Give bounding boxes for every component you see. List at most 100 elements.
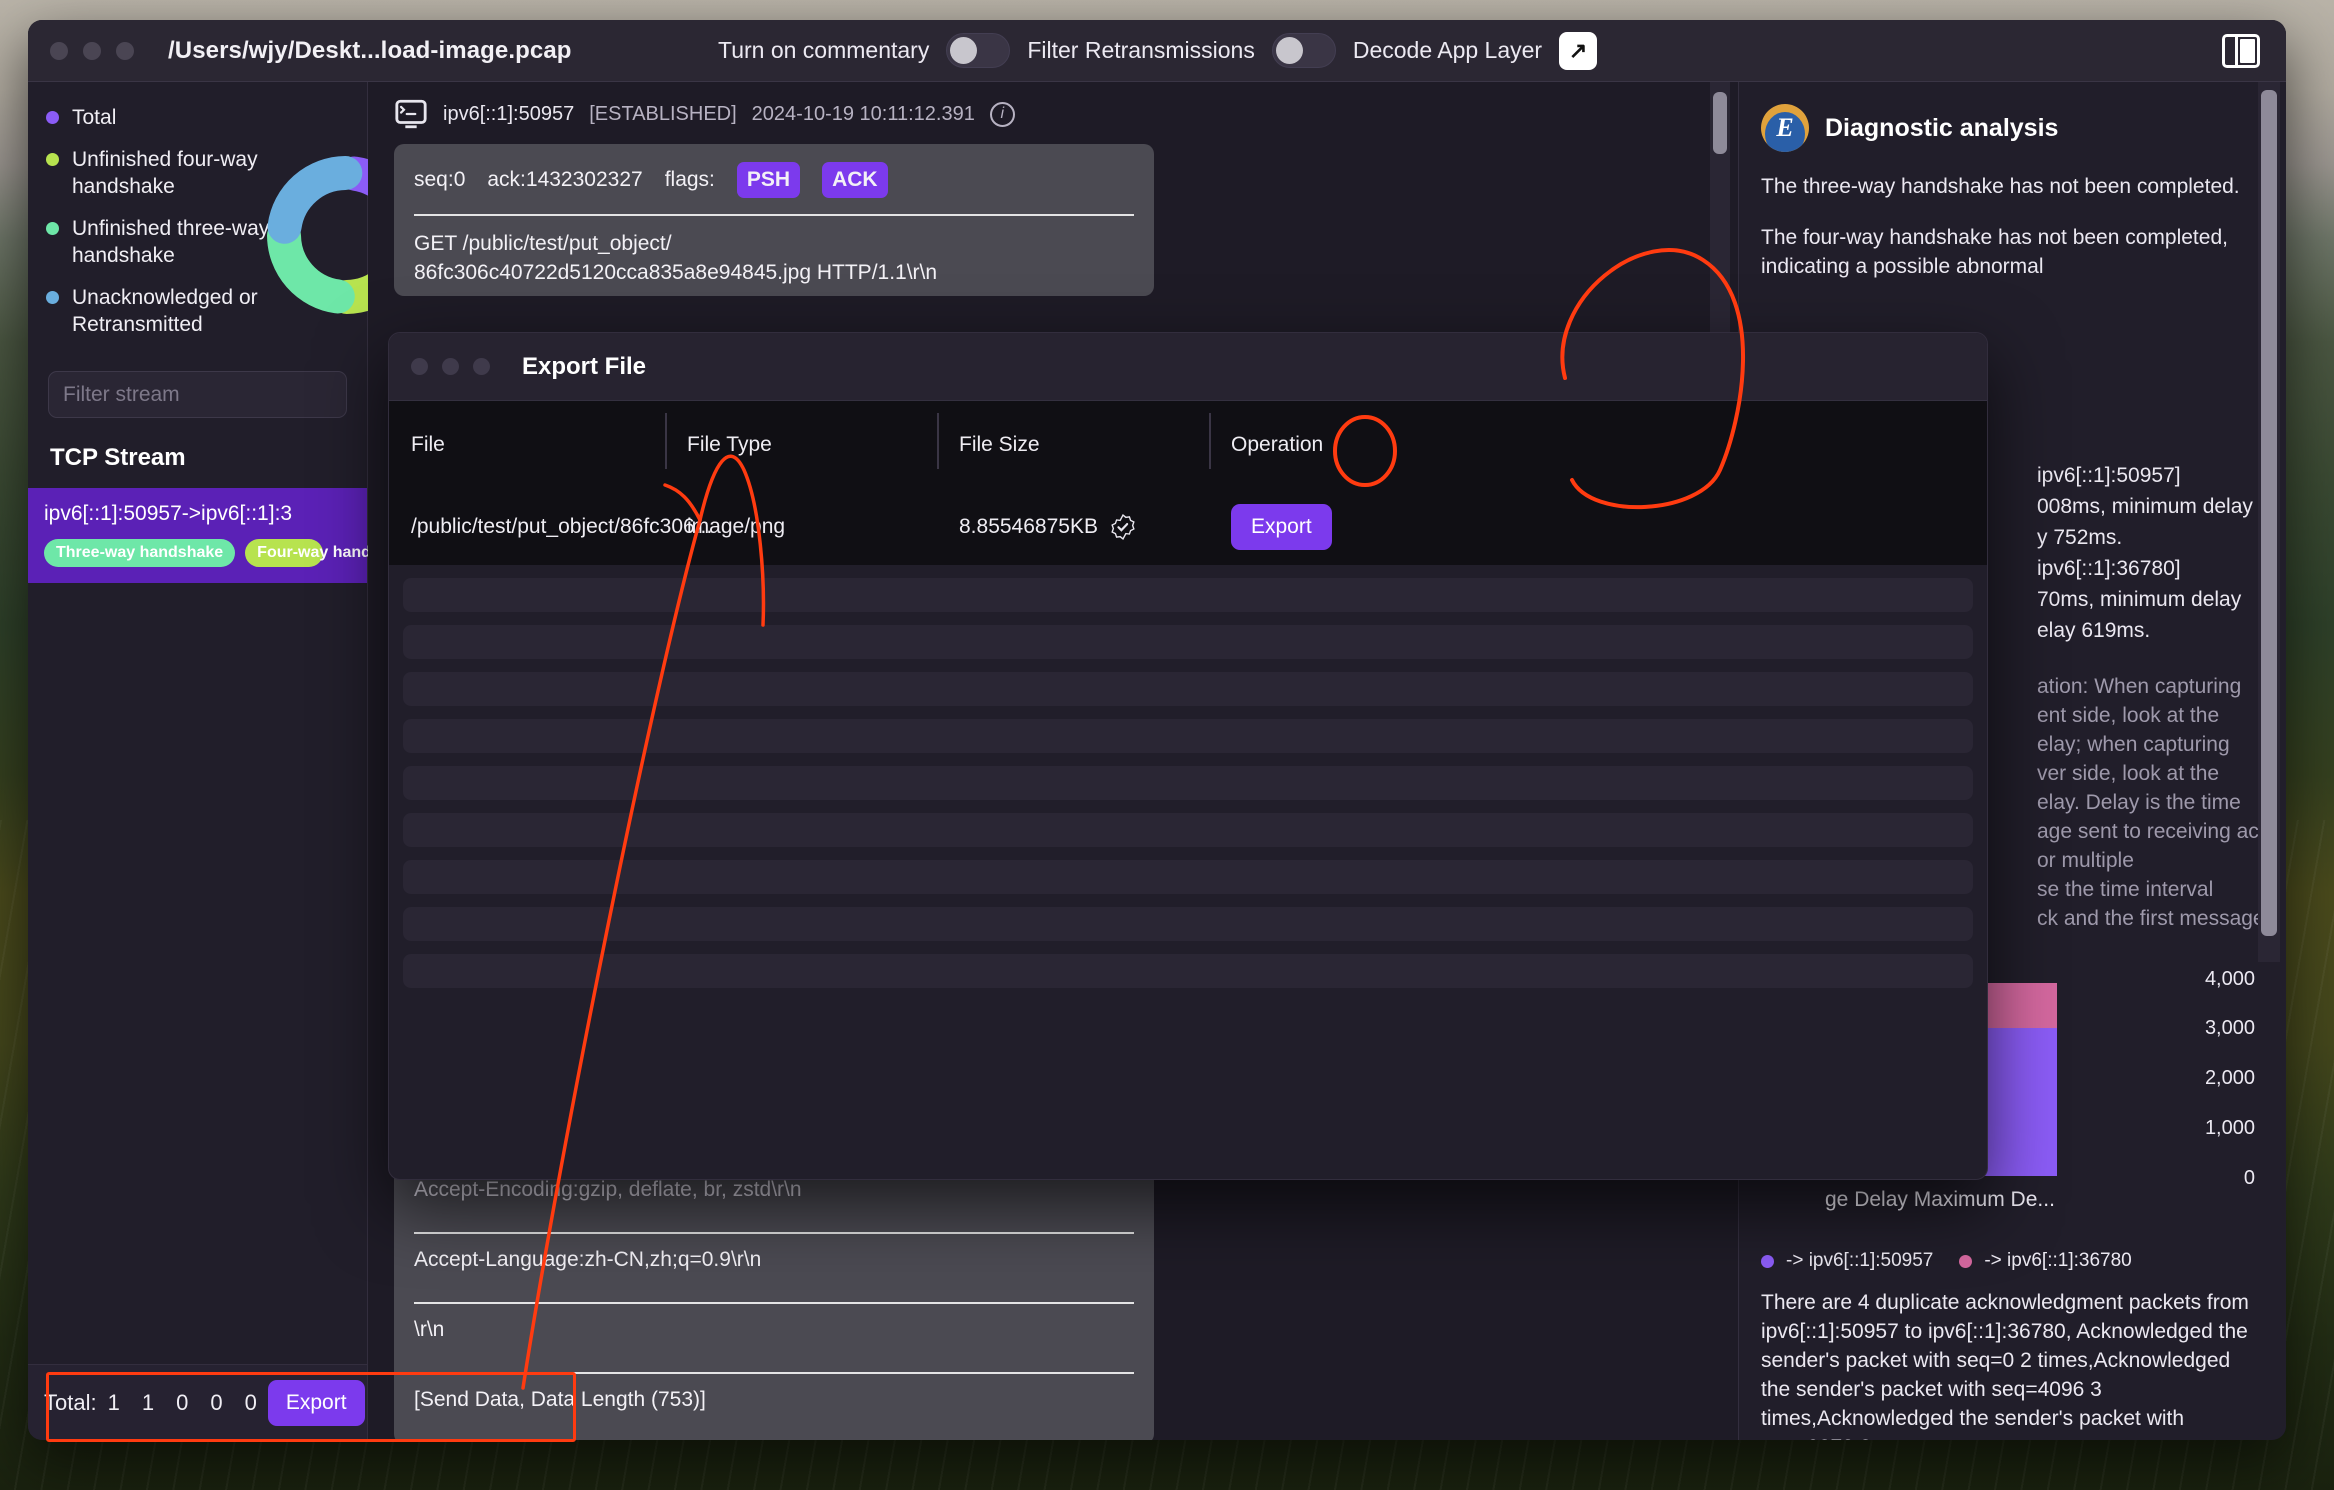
toggle-knob: [950, 37, 978, 64]
center-scrollbar-thumb[interactable]: [1713, 92, 1727, 154]
empty-row: [403, 954, 1973, 988]
diagnostic-title: Diagnostic analysis: [1825, 113, 2059, 142]
right-scrollbar-thumb[interactable]: [2261, 90, 2277, 936]
legend-label: Unfinished four-way handshake: [72, 148, 258, 198]
note-line: elay; when capturing: [2037, 733, 2230, 756]
y-tick: 3,000: [2204, 1017, 2255, 1039]
packet-state: [ESTABLISHED]: [589, 102, 737, 125]
minimize-icon[interactable]: [442, 358, 459, 375]
titlebar: /Users/wjy/Deskt...load-image.pcap Turn …: [28, 20, 2286, 82]
packet-card: seq:0 ack:1432302327 flags: PSH ACK GET …: [394, 144, 1154, 296]
column-header-file[interactable]: File: [389, 433, 665, 457]
note-line: ver side, look at the: [2037, 762, 2220, 785]
note-line: or multiple: [2037, 849, 2134, 872]
packet-header: ipv6[::1]:50957 [ESTABLISHED] 2024-10-19…: [394, 98, 1712, 130]
note-line: ation: When capturing: [2037, 675, 2242, 698]
legend-label: Total: [72, 106, 117, 129]
y-tick: 4,000: [2204, 968, 2255, 990]
status-bar: Total: 1 1 0 0 0 Export: [28, 1364, 367, 1440]
chart-legend-label: -> ipv6[::1]:50957: [1786, 1250, 1934, 1271]
status-export-button[interactable]: Export: [267, 1379, 365, 1426]
dialog-traffic-lights[interactable]: [411, 358, 490, 375]
chart-legend: -> ipv6[::1]:50957 -> ipv6[::1]:36780: [1761, 1250, 2132, 1272]
note-line: ent side, look at the: [2037, 704, 2220, 727]
close-icon[interactable]: [50, 41, 68, 60]
close-icon[interactable]: [411, 358, 428, 375]
packet-seq: seq:0: [414, 168, 466, 191]
diagnostic-body: The three-way handshake has not been com…: [1739, 152, 2286, 281]
table-row[interactable]: /public/test/put_object/86fc306... image…: [389, 489, 1987, 565]
empty-row: [403, 672, 1973, 706]
column-header-file-size[interactable]: File Size: [937, 413, 1209, 469]
tcp-stream-list-item[interactable]: ipv6[::1]:50957->ipv6[::1]:3 Three-way h…: [28, 488, 416, 583]
arrow-up-right-icon[interactable]: ↗: [1559, 31, 1598, 70]
note-line: elay. Delay is the time: [2037, 791, 2241, 814]
header-send-data: [Send Data, Data Length (753)]: [414, 1388, 706, 1411]
minimize-icon[interactable]: [83, 41, 101, 60]
y-tick: 1,000: [2204, 1117, 2255, 1139]
header-accept-encoding: Accept-Encoding:gzip, deflate, br, zstd\…: [414, 1178, 802, 1201]
tcp-stream-title: ipv6[::1]:50957->ipv6[::1]:3: [44, 502, 293, 525]
header-row: Accept-Language:zh-CN,zh;q=0.9\r\n: [414, 1234, 1134, 1286]
legend-swatch-icon: [1959, 1254, 1973, 1268]
delay-line: 008ms, minimum delay: [2037, 495, 2253, 518]
legend-swatch-icon: [46, 222, 59, 235]
flag-psh: PSH: [736, 162, 801, 198]
chip-four-way-handshake: Four-way handshake: [245, 539, 416, 567]
divider: [414, 1302, 1134, 1304]
cell-file-type: image/png: [687, 515, 786, 538]
toggle-right-pane: [2239, 38, 2255, 63]
tcp-stream-heading: TCP Stream: [50, 444, 186, 471]
column-header-operation[interactable]: Operation: [1209, 413, 1987, 469]
note-line: se the time interval: [2037, 878, 2214, 901]
filter-stream-input[interactable]: Filter stream: [48, 371, 347, 418]
dialog-titlebar: Export File: [389, 333, 1987, 401]
diagnostic-footer: There are 4 duplicate acknowledgment pac…: [1761, 1288, 2261, 1440]
packet-entry: ipv6[::1]:50957 [ESTABLISHED] 2024-10-19…: [368, 82, 1738, 296]
diagnostic-paragraph: The three-way handshake has not been com…: [1761, 175, 2240, 198]
column-header-file-type[interactable]: File Type: [665, 413, 937, 469]
http-headers-list: Accept-Encoding:gzip, deflate, br, zstd\…: [394, 1164, 1154, 1440]
wireshark-logo-icon: E: [1761, 104, 1809, 152]
toggle-left-pane: [2225, 36, 2238, 65]
image-count: 1: [141, 1389, 155, 1415]
maximize-icon[interactable]: [473, 358, 490, 375]
note-line: age sent to receiving ack: [2037, 820, 2270, 843]
legend-label: Unfinished three-way handshake: [72, 217, 270, 267]
bar-maximum-delay[interactable]: [1981, 983, 2057, 1176]
info-icon[interactable]: i: [989, 101, 1015, 127]
delay-line: 70ms, minimum delay: [2037, 588, 2242, 611]
handshake-chips: Three-way handshake Four-way handshake: [44, 539, 416, 567]
row-export-button[interactable]: Export: [1231, 504, 1332, 550]
window-traffic-lights[interactable]: [50, 41, 134, 60]
legend-label: Unacknowledged or Retransmitted: [72, 286, 258, 336]
cell-file: /public/test/put_object/86fc306...: [411, 515, 713, 538]
maximize-icon[interactable]: [116, 41, 134, 60]
packet-timestamp: 2024-10-19 10:11:12.391: [751, 102, 975, 125]
chip-three-way-handshake: Three-way handshake: [44, 539, 236, 567]
sidebar-toggle-icon[interactable]: [2222, 33, 2260, 68]
diagnostic-paragraph: The four-way handshake has not been comp…: [1761, 226, 2228, 278]
flag-ack: ACK: [822, 162, 888, 198]
legend-item-total[interactable]: Total: [46, 104, 367, 131]
filter-stream-placeholder: Filter stream: [63, 382, 180, 406]
commentary-label: Turn on commentary: [718, 37, 930, 63]
chart-legend-label: -> ipv6[::1]:36780: [1984, 1250, 2132, 1271]
dialog-title: Export File: [522, 352, 647, 380]
y-tick: 2,000: [2204, 1067, 2255, 1089]
decode-app-layer-label: Decode App Layer: [1352, 37, 1543, 63]
left-sidebar: Total Unfinished four-way handshake Unfi…: [28, 82, 425, 1440]
cell-file-size: 8.85546875KB: [937, 514, 1209, 540]
delay-summary-occluded: ipv6[::1]:50957] 008ms, minimum delay y …: [2037, 460, 2286, 646]
empty-row: [403, 625, 1973, 659]
delay-line: ipv6[::1]:50957]: [2037, 464, 2181, 487]
commentary-toggle[interactable]: [946, 33, 1011, 68]
terminal-monitor-icon: [395, 99, 427, 129]
filter-retransmissions-toggle[interactable]: [1271, 33, 1336, 68]
delay-line: y 752ms.: [2037, 526, 2123, 549]
divider: [414, 214, 1134, 216]
empty-row: [403, 719, 1973, 753]
total-value: 1: [107, 1389, 120, 1415]
diagnostic-header: E Diagnostic analysis: [1739, 82, 2286, 152]
packet-seq-row: seq:0 ack:1432302327 flags: PSH ACK: [414, 162, 1134, 198]
